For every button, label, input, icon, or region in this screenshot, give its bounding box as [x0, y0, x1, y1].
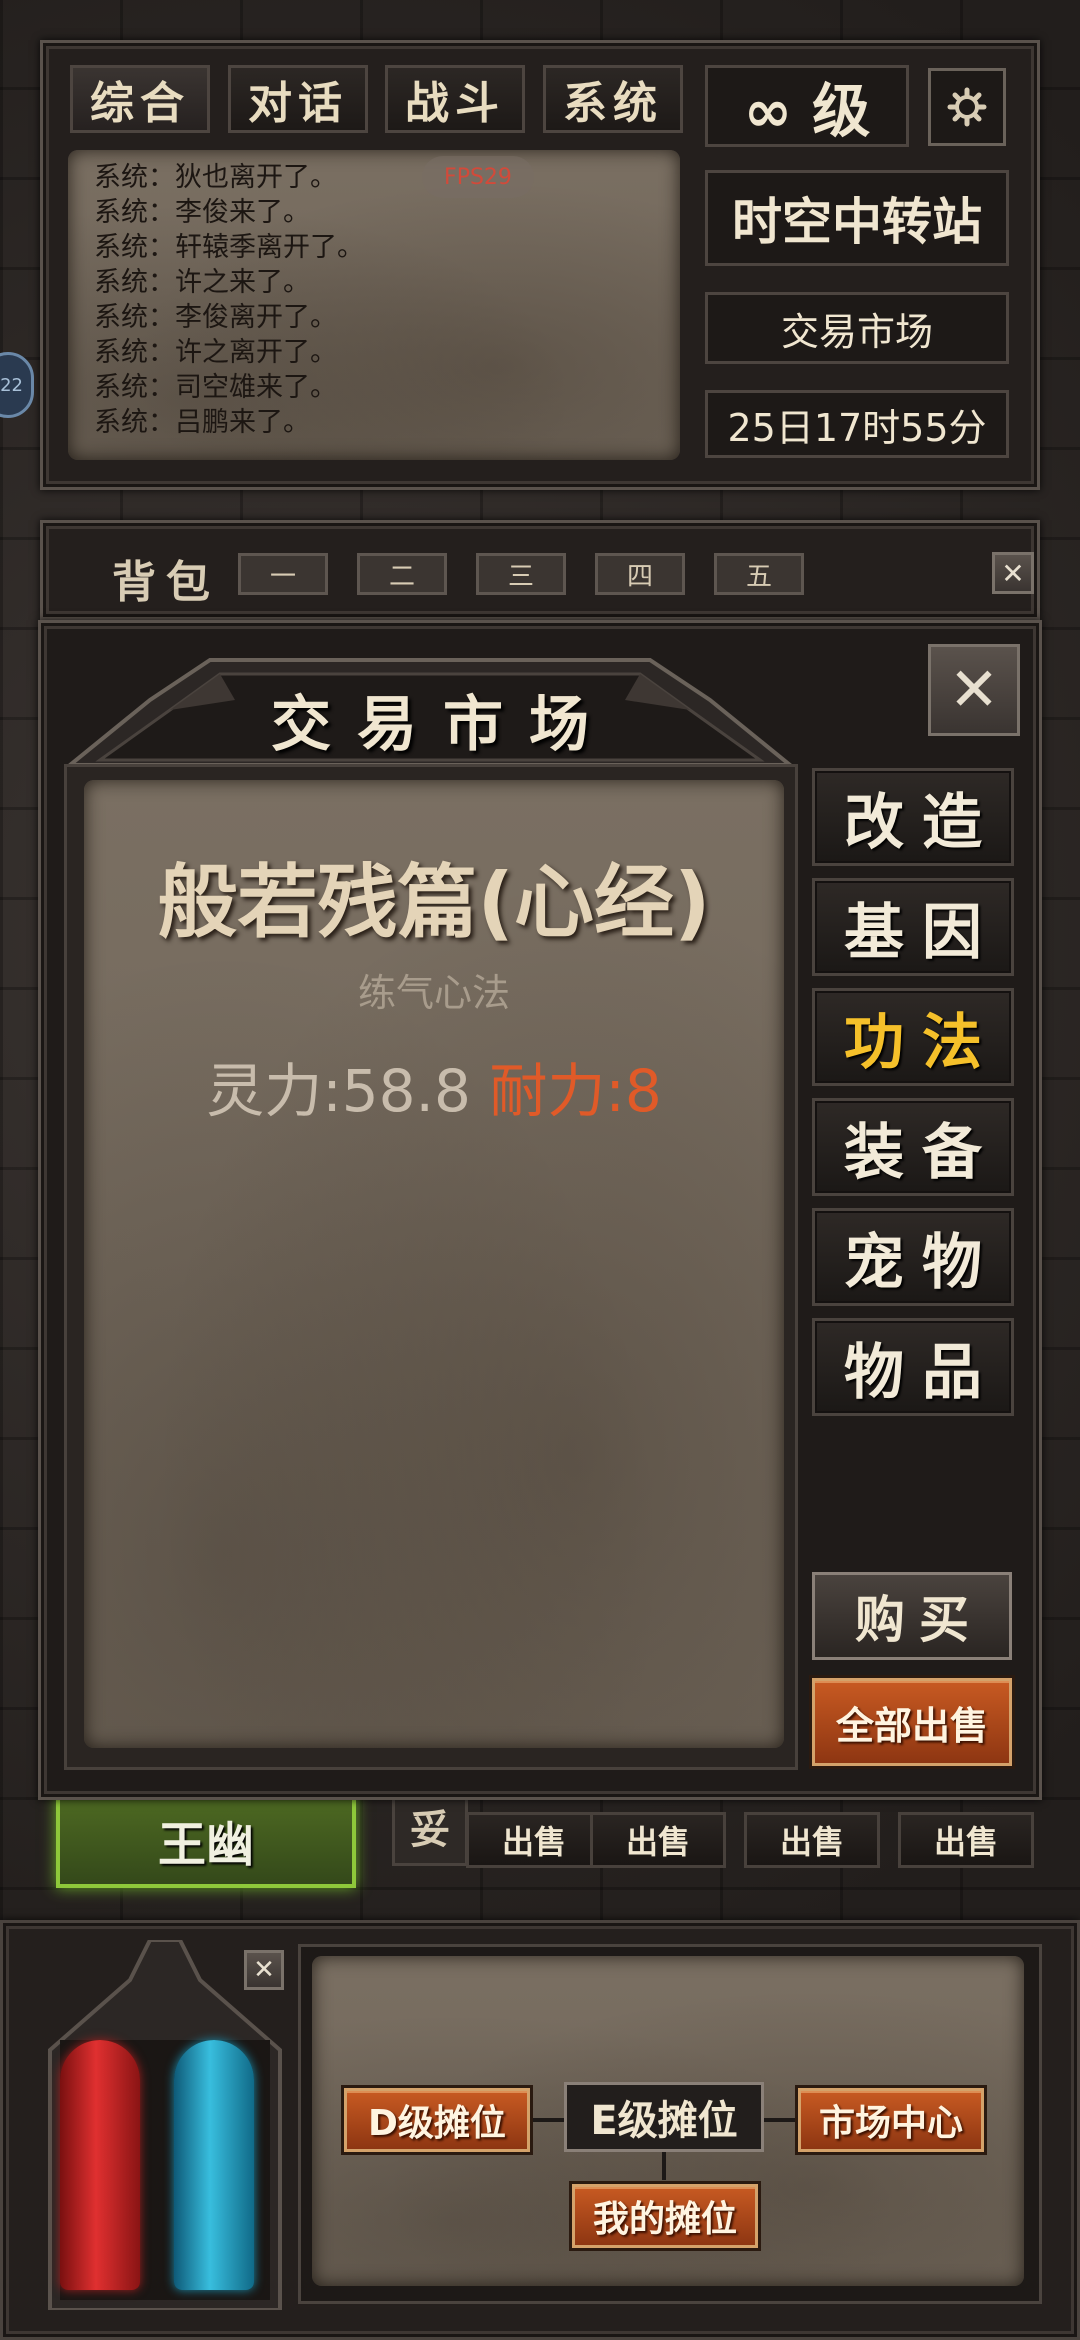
category-equipment[interactable]: 装备 — [812, 1098, 1014, 1196]
player-name-card[interactable]: 王幽 — [56, 1792, 356, 1888]
chat-line: 系统：狄也离开了。 — [94, 162, 337, 193]
sell-button-3[interactable]: 出售 — [744, 1812, 880, 1868]
category-gene[interactable]: 基因 — [812, 878, 1014, 976]
chat-line: 系统：司空雄来了。 — [94, 372, 337, 403]
chat-tab-system[interactable]: 系统 — [543, 65, 683, 133]
fps-counter: FPS29 — [422, 156, 534, 198]
sell-button-2[interactable]: 出售 — [590, 1812, 726, 1868]
bag-tab-4[interactable]: 四 — [595, 553, 685, 595]
category-technique[interactable]: 功法 — [812, 988, 1014, 1086]
settings-button[interactable] — [928, 68, 1006, 146]
market-close-button[interactable]: ✕ — [928, 644, 1020, 736]
sell-button-4[interactable]: 出售 — [898, 1812, 1034, 1868]
sub-location: 交易市场 — [705, 292, 1009, 364]
chat-tab-all[interactable]: 综合 — [70, 65, 210, 133]
category-item[interactable]: 物品 — [812, 1318, 1014, 1416]
chat-line: 系统：轩辕季离开了。 — [94, 232, 364, 263]
item-type: 练气心法 — [357, 971, 510, 1015]
market-title: 交易市场 — [271, 690, 615, 760]
stall-e-button[interactable]: E级摊位 — [564, 2082, 764, 2152]
category-modify[interactable]: 改造 — [812, 768, 1014, 866]
chat-tab-dialog[interactable]: 对话 — [228, 65, 368, 133]
buy-button[interactable]: 购买 — [812, 1572, 1012, 1660]
chat-log[interactable]: 系统：狄也离开了。 系统：李俊来了。 系统：轩辕季离开了。 系统：许之来了。 系… — [68, 150, 680, 460]
my-stall-button[interactable]: 我的摊位 — [572, 2184, 758, 2248]
category-pet[interactable]: 宠物 — [812, 1208, 1014, 1306]
item-stat-spirit: 灵力:58.8 — [206, 1057, 471, 1125]
chat-line: 系统：李俊来了。 — [94, 197, 310, 228]
level-display: ∞ 级 — [705, 65, 909, 147]
game-time: 25日17时55分 — [705, 390, 1009, 458]
close-icon: ✕ — [948, 655, 1000, 725]
bag-tab-1[interactable]: 一 — [238, 553, 328, 595]
sell-button-1[interactable]: 出售 — [466, 1812, 602, 1868]
stall-d-button[interactable]: D级摊位 — [344, 2088, 530, 2152]
chat-line: 系统：吕鹏来了。 — [94, 407, 310, 438]
bag-tab-5[interactable]: 五 — [714, 553, 804, 595]
mp-bar — [174, 2040, 254, 2290]
bag-tab-3[interactable]: 三 — [476, 553, 566, 595]
location-title: 时空中转站 — [705, 170, 1009, 266]
bottom-close-button[interactable]: ✕ — [244, 1950, 284, 1990]
bag-title: 背包 — [112, 557, 220, 608]
side-badge-count: 22 — [0, 374, 23, 396]
gear-icon — [947, 87, 987, 127]
bag-close-button[interactable]: ✕ — [992, 552, 1034, 594]
chat-line: 系统：李俊离开了。 — [94, 302, 337, 333]
close-icon: ✕ — [1001, 556, 1025, 590]
player-name: 王幽 — [157, 1817, 254, 1873]
item-stats: 灵力:58.8 耐力:8 — [84, 1044, 784, 1128]
item-name: 般若残篇(心经) — [157, 856, 711, 949]
bag-tab-2[interactable]: 二 — [357, 553, 447, 595]
stall-connector-v — [662, 2150, 666, 2180]
hp-bar — [60, 2040, 140, 2290]
chat-tab-battle[interactable]: 战斗 — [385, 65, 525, 133]
item-stat-endurance: 耐力:8 — [489, 1057, 662, 1125]
close-icon: ✕ — [253, 1955, 275, 1985]
item-slot-char: 妥 — [410, 1807, 450, 1853]
chat-line: 系统：许之来了。 — [94, 267, 310, 298]
sell-all-button[interactable]: 全部出售 — [812, 1678, 1012, 1766]
market-center-button[interactable]: 市场中心 — [798, 2088, 984, 2152]
chat-line: 系统：许之离开了。 — [94, 337, 337, 368]
